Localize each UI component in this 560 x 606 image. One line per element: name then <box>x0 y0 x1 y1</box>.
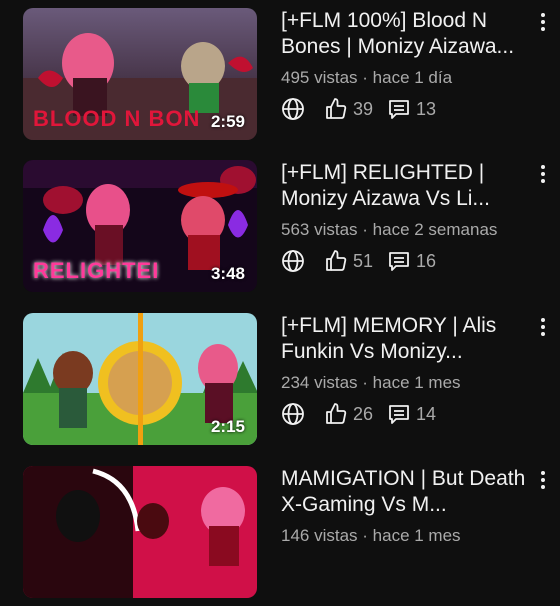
video-info: [+FLM 100%] Blood N Bones | Monizy Aizaw… <box>281 8 531 121</box>
video-item[interactable]: 2:15 [+FLM] MEMORY | Alis Funkin Vs Moni… <box>0 313 560 453</box>
comment-icon <box>387 249 411 273</box>
video-thumbnail[interactable]: BLOOD N BON 2:59 <box>23 8 257 140</box>
video-stats: 39 13 <box>281 97 531 121</box>
comment-count: 16 <box>416 250 437 271</box>
more-vert-icon[interactable] <box>538 315 548 339</box>
video-title[interactable]: MAMIGATION | But Death X-Gaming Vs M... <box>281 466 531 518</box>
globe-icon <box>281 249 305 273</box>
video-meta: 563 vistas · hace 2 semanas <box>281 220 531 240</box>
more-vert-icon[interactable] <box>538 10 548 34</box>
visibility-stat <box>281 249 310 273</box>
video-meta: 234 vistas · hace 1 mes <box>281 373 531 393</box>
meta-separator: · <box>357 68 373 87</box>
video-info: MAMIGATION | But Death X-Gaming Vs M... … <box>281 466 531 546</box>
more-vert-icon[interactable] <box>538 468 548 492</box>
visibility-stat <box>281 97 310 121</box>
comment-stat[interactable]: 14 <box>387 402 436 426</box>
video-stats: 51 16 <box>281 249 531 273</box>
globe-icon <box>281 97 305 121</box>
video-thumbnail[interactable] <box>23 466 257 598</box>
video-item[interactable]: RELIGHTEI 3:48 [+FLM] RELIGHTED | Monizy… <box>0 160 560 300</box>
view-count: 146 vistas <box>281 526 358 545</box>
comment-count: 14 <box>416 403 437 424</box>
video-title[interactable]: [+FLM 100%] Blood N Bones | Monizy Aizaw… <box>281 8 531 60</box>
video-title[interactable]: [+FLM] RELIGHTED | Monizy Aizawa Vs Li..… <box>281 160 531 212</box>
comment-icon <box>387 402 411 426</box>
video-info: [+FLM] MEMORY | Alis Funkin Vs Monizy...… <box>281 313 531 426</box>
thumbnail-overlay-text: BLOOD N BON <box>33 106 201 131</box>
video-stats: 26 14 <box>281 402 531 426</box>
video-duration: 3:48 <box>210 264 245 283</box>
like-stat[interactable]: 51 <box>324 249 373 273</box>
video-meta: 495 vistas · hace 1 día <box>281 68 531 88</box>
video-item[interactable]: BLOOD N BON 2:59 [+FLM 100%] Blood N Bon… <box>0 8 560 148</box>
globe-icon <box>281 402 305 426</box>
like-count: 51 <box>353 250 374 271</box>
video-thumbnail[interactable]: 2:15 <box>23 313 257 445</box>
view-count: 495 vistas <box>281 68 358 87</box>
comment-icon <box>387 97 411 121</box>
upload-age: hace 2 semanas <box>372 220 498 239</box>
video-duration: 2:59 <box>210 112 245 131</box>
upload-age: hace 1 mes <box>372 373 461 392</box>
video-meta: 146 vistas · hace 1 mes <box>281 526 531 546</box>
meta-separator: · <box>357 526 373 545</box>
like-stat[interactable]: 39 <box>324 97 373 121</box>
more-vert-icon[interactable] <box>538 162 548 186</box>
thumbs-up-icon <box>324 249 348 273</box>
comment-count: 13 <box>416 98 437 119</box>
view-count: 563 vistas <box>281 220 358 239</box>
video-item[interactable]: MAMIGATION | But Death X-Gaming Vs M... … <box>0 466 560 606</box>
thumbs-up-icon <box>324 402 348 426</box>
video-thumbnail[interactable]: RELIGHTEI 3:48 <box>23 160 257 292</box>
like-stat[interactable]: 26 <box>324 402 373 426</box>
view-count: 234 vistas <box>281 373 358 392</box>
upload-age: hace 1 día <box>372 68 453 87</box>
meta-separator: · <box>357 373 373 392</box>
comment-stat[interactable]: 16 <box>387 249 436 273</box>
thumbs-up-icon <box>324 97 348 121</box>
video-title[interactable]: [+FLM] MEMORY | Alis Funkin Vs Monizy... <box>281 313 531 365</box>
comment-stat[interactable]: 13 <box>387 97 436 121</box>
video-duration: 2:15 <box>210 417 245 436</box>
like-count: 26 <box>353 403 374 424</box>
upload-age: hace 1 mes <box>372 526 461 545</box>
thumbnail-overlay-text: RELIGHTEI <box>33 258 160 283</box>
thumbnail-art <box>23 466 257 598</box>
like-count: 39 <box>353 98 374 119</box>
visibility-stat <box>281 402 310 426</box>
meta-separator: · <box>357 220 373 239</box>
video-info: [+FLM] RELIGHTED | Monizy Aizawa Vs Li..… <box>281 160 531 273</box>
